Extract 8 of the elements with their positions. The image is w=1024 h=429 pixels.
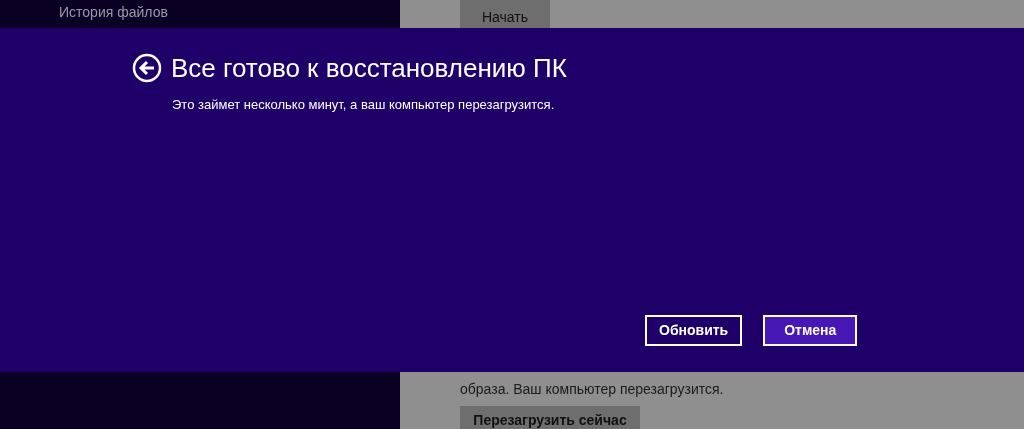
dialog-button[interactable]: Обновить — [645, 315, 743, 346]
dialog-title: Все готово к восстановлению ПК — [171, 52, 567, 84]
dialog-message: Это займет несколько минут, а ваш компьютер перезагрузится. — [171, 96, 556, 114]
restart-button[interactable]: Перезагрузить сейчас — [460, 406, 640, 429]
dialog-button[interactable]: Отмена — [763, 315, 858, 346]
body-text: образа. Ваш компьютер перезагрузится. — [460, 380, 725, 399]
start-button[interactable]: Начать — [460, 0, 550, 28]
sidebar-item[interactable]: История файлов — [59, 3, 400, 21]
